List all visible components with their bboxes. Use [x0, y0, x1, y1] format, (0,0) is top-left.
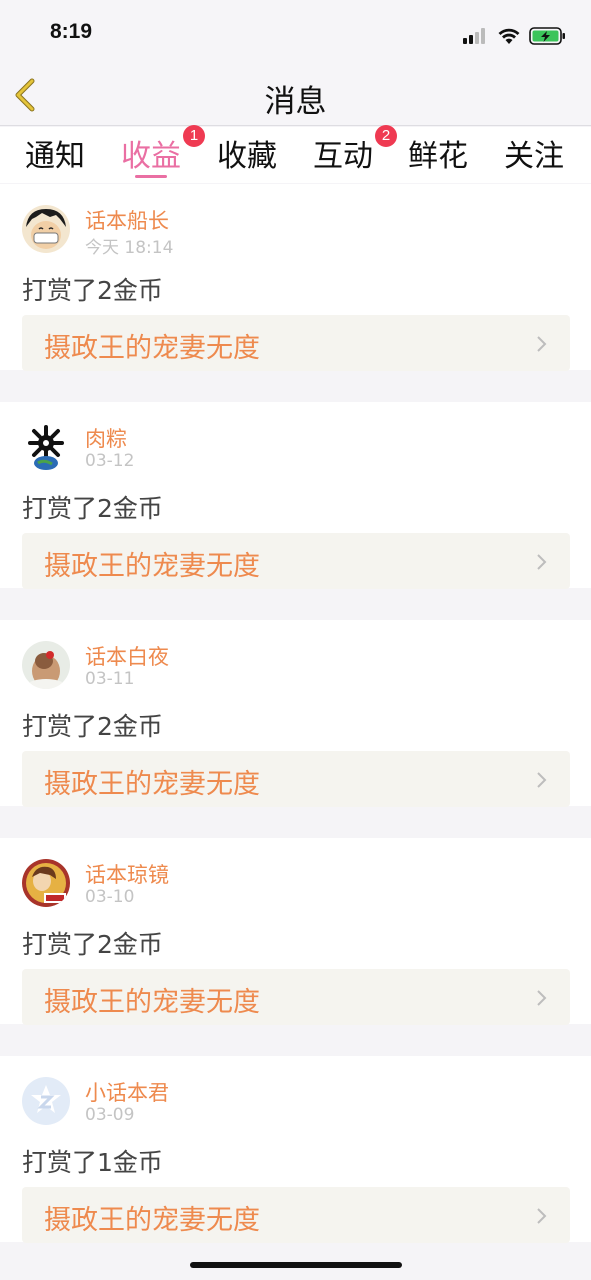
- message-card: 肉粽 03-12 打赏了2金币 摄政王的宠妻无度: [0, 402, 591, 589]
- message-card: 小话本君 03-09 打赏了1金币 摄政王的宠妻无度: [0, 1056, 591, 1243]
- tab-flowers[interactable]: 鲜花: [398, 131, 478, 181]
- username-link[interactable]: 话本船长: [85, 205, 169, 235]
- page-title: 消息: [264, 84, 327, 120]
- tab-label: 互动: [313, 139, 373, 174]
- message-card: 话本船长 今天 18:14 打赏了2金币 摄政王的宠妻无度: [0, 184, 591, 371]
- username-link[interactable]: 话本白夜: [85, 641, 169, 671]
- active-tab-indicator: [135, 175, 167, 178]
- tab-badge: 2: [375, 125, 397, 147]
- chevron-right-icon: [537, 990, 547, 1006]
- message-card: 话本琼镜 03-10 打赏了2金币 摄政王的宠妻无度: [0, 838, 591, 1025]
- avatar[interactable]: [22, 205, 70, 253]
- tab-label: 关注: [504, 139, 564, 174]
- message-text: 打赏了2金币: [22, 930, 163, 959]
- book-title: 摄政王的宠妻无度: [44, 333, 260, 364]
- tab-notifications[interactable]: 通知: [15, 131, 95, 181]
- tab-following[interactable]: 关注: [494, 131, 574, 181]
- username-link[interactable]: 小话本君: [85, 1077, 169, 1107]
- tab-label: 收藏: [217, 139, 277, 174]
- avatar[interactable]: [22, 423, 70, 471]
- book-link[interactable]: 摄政王的宠妻无度: [22, 969, 570, 1025]
- timestamp: 今天 18:14: [85, 238, 174, 258]
- message-text: 打赏了2金币: [22, 494, 163, 523]
- timestamp: 03-09: [85, 1105, 135, 1125]
- battery-charging-icon: [529, 27, 565, 45]
- chevron-right-icon: [537, 336, 547, 352]
- home-indicator[interactable]: [190, 1262, 402, 1268]
- username-link[interactable]: 肉粽: [85, 423, 127, 453]
- status-time: 8:19: [50, 20, 93, 43]
- status-bar: 8:19: [0, 0, 591, 64]
- book-link[interactable]: 摄政王的宠妻无度: [22, 1187, 570, 1243]
- message-text: 打赏了1金币: [22, 1148, 163, 1177]
- book-link[interactable]: 摄政王的宠妻无度: [22, 315, 570, 371]
- tab-label: 收益: [121, 139, 181, 174]
- book-title: 摄政王的宠妻无度: [44, 987, 260, 1018]
- tab-interactions[interactable]: 互动 2: [303, 125, 397, 181]
- book-title: 摄政王的宠妻无度: [44, 551, 260, 582]
- tab-earnings[interactable]: 收益 1: [111, 125, 205, 181]
- tab-favorites[interactable]: 收藏: [207, 131, 287, 181]
- message-text: 打赏了2金币: [22, 712, 163, 741]
- avatar[interactable]: [22, 1077, 70, 1125]
- tab-badge: 1: [183, 125, 205, 147]
- timestamp: 03-12: [85, 451, 135, 471]
- username-link[interactable]: 话本琼镜: [85, 859, 169, 889]
- message-card: 话本白夜 03-11 打赏了2金币 摄政王的宠妻无度: [0, 620, 591, 807]
- wifi-icon: [498, 28, 520, 44]
- chevron-right-icon: [537, 1208, 547, 1224]
- tab-label: 鲜花: [408, 139, 468, 174]
- tab-bar: 通知 收益 1 收藏 互动 2 鲜花 关注: [0, 125, 591, 183]
- chevron-right-icon: [537, 772, 547, 788]
- book-link[interactable]: 摄政王的宠妻无度: [22, 751, 570, 807]
- avatar[interactable]: [22, 859, 70, 907]
- nav-bar: 消息: [0, 64, 591, 126]
- book-link[interactable]: 摄政王的宠妻无度: [22, 533, 570, 589]
- chevron-right-icon: [537, 554, 547, 570]
- status-icons: [463, 24, 567, 48]
- book-title: 摄政王的宠妻无度: [44, 1205, 260, 1236]
- book-title: 摄政王的宠妻无度: [44, 769, 260, 800]
- message-text: 打赏了2金币: [22, 276, 163, 305]
- tab-label: 通知: [25, 139, 85, 174]
- signal-icon: [463, 28, 485, 44]
- timestamp: 03-11: [85, 669, 135, 689]
- timestamp: 03-10: [85, 887, 135, 907]
- avatar[interactable]: [22, 641, 70, 689]
